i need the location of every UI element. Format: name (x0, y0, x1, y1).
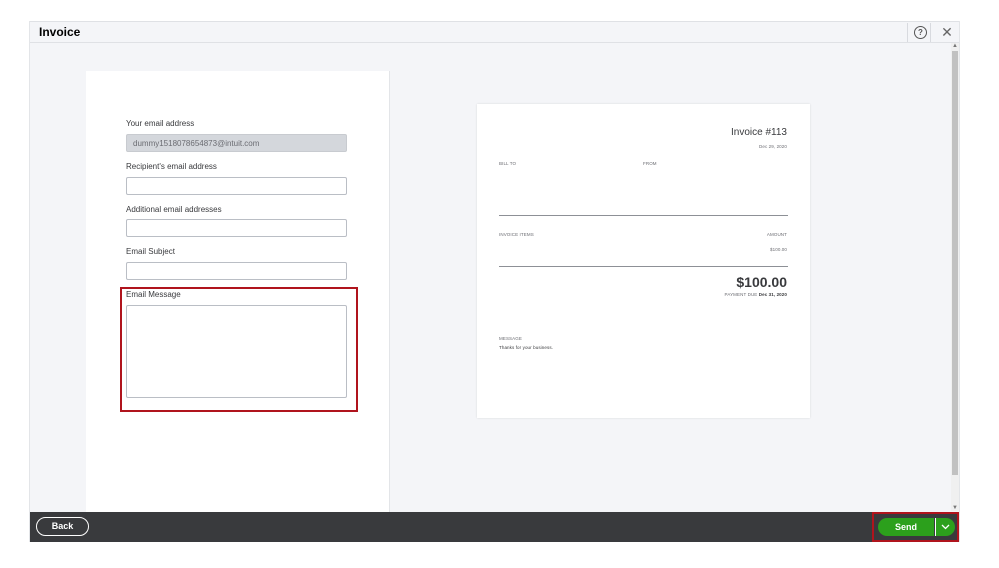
help-button[interactable]: ? (907, 23, 931, 42)
additional-emails-field[interactable] (126, 219, 347, 237)
from-label: FROM (643, 161, 657, 166)
footer-bar: Back Send (30, 512, 959, 542)
vertical-scrollbar[interactable]: ▲ ▼ (951, 43, 959, 511)
divider (499, 266, 788, 267)
scroll-up-arrow[interactable]: ▲ (952, 43, 958, 49)
window-title: Invoice (39, 25, 81, 39)
payment-due-label: PAYMENT DUE (724, 292, 758, 297)
your-email-field (126, 134, 347, 152)
item-amount: $100.00 (770, 247, 787, 252)
email-subject-label: Email Subject (126, 247, 175, 256)
message-text: Thanks for your business. (499, 345, 554, 350)
invoice-title: Invoice #113 (731, 127, 787, 138)
recipient-email-field[interactable] (126, 177, 347, 195)
bill-to-label: BILL TO (499, 161, 517, 166)
email-form-panel: Your email address Recipient's email add… (86, 71, 390, 516)
payment-due: PAYMENT DUE Dec 31, 2020 (725, 292, 787, 297)
scroll-thumb[interactable] (952, 51, 958, 475)
close-icon: ✕ (941, 24, 953, 40)
your-email-label: Your email address (126, 119, 195, 128)
amount-label: AMOUNT (766, 232, 787, 237)
message-highlight-box (120, 287, 358, 412)
email-subject-field[interactable] (126, 262, 347, 280)
help-icon: ? (914, 26, 927, 39)
send-highlight-box (872, 512, 959, 542)
back-button[interactable]: Back (36, 517, 89, 536)
message-label: MESSAGE (499, 336, 522, 341)
invoice-preview: Invoice #113 Dec 29, 2020 BILL TO FROM I… (477, 104, 810, 418)
title-bar: Invoice ? ✕ (30, 21, 959, 43)
additional-emails-label: Additional email addresses (126, 205, 222, 214)
scroll-down-arrow[interactable]: ▼ (952, 505, 958, 511)
invoice-items-label: INVOICE ITEMS (499, 232, 534, 237)
divider (499, 215, 788, 216)
recipient-email-label: Recipient's email address (126, 162, 217, 171)
payment-due-date: Dec 31, 2020 (758, 292, 787, 297)
invoice-total: $100.00 (736, 274, 787, 290)
invoice-window: Invoice ? ✕ Your email address Recipient… (29, 21, 960, 542)
invoice-date: Dec 29, 2020 (759, 144, 787, 149)
content-area: Your email address Recipient's email add… (30, 43, 950, 516)
close-button[interactable]: ✕ (937, 22, 957, 42)
